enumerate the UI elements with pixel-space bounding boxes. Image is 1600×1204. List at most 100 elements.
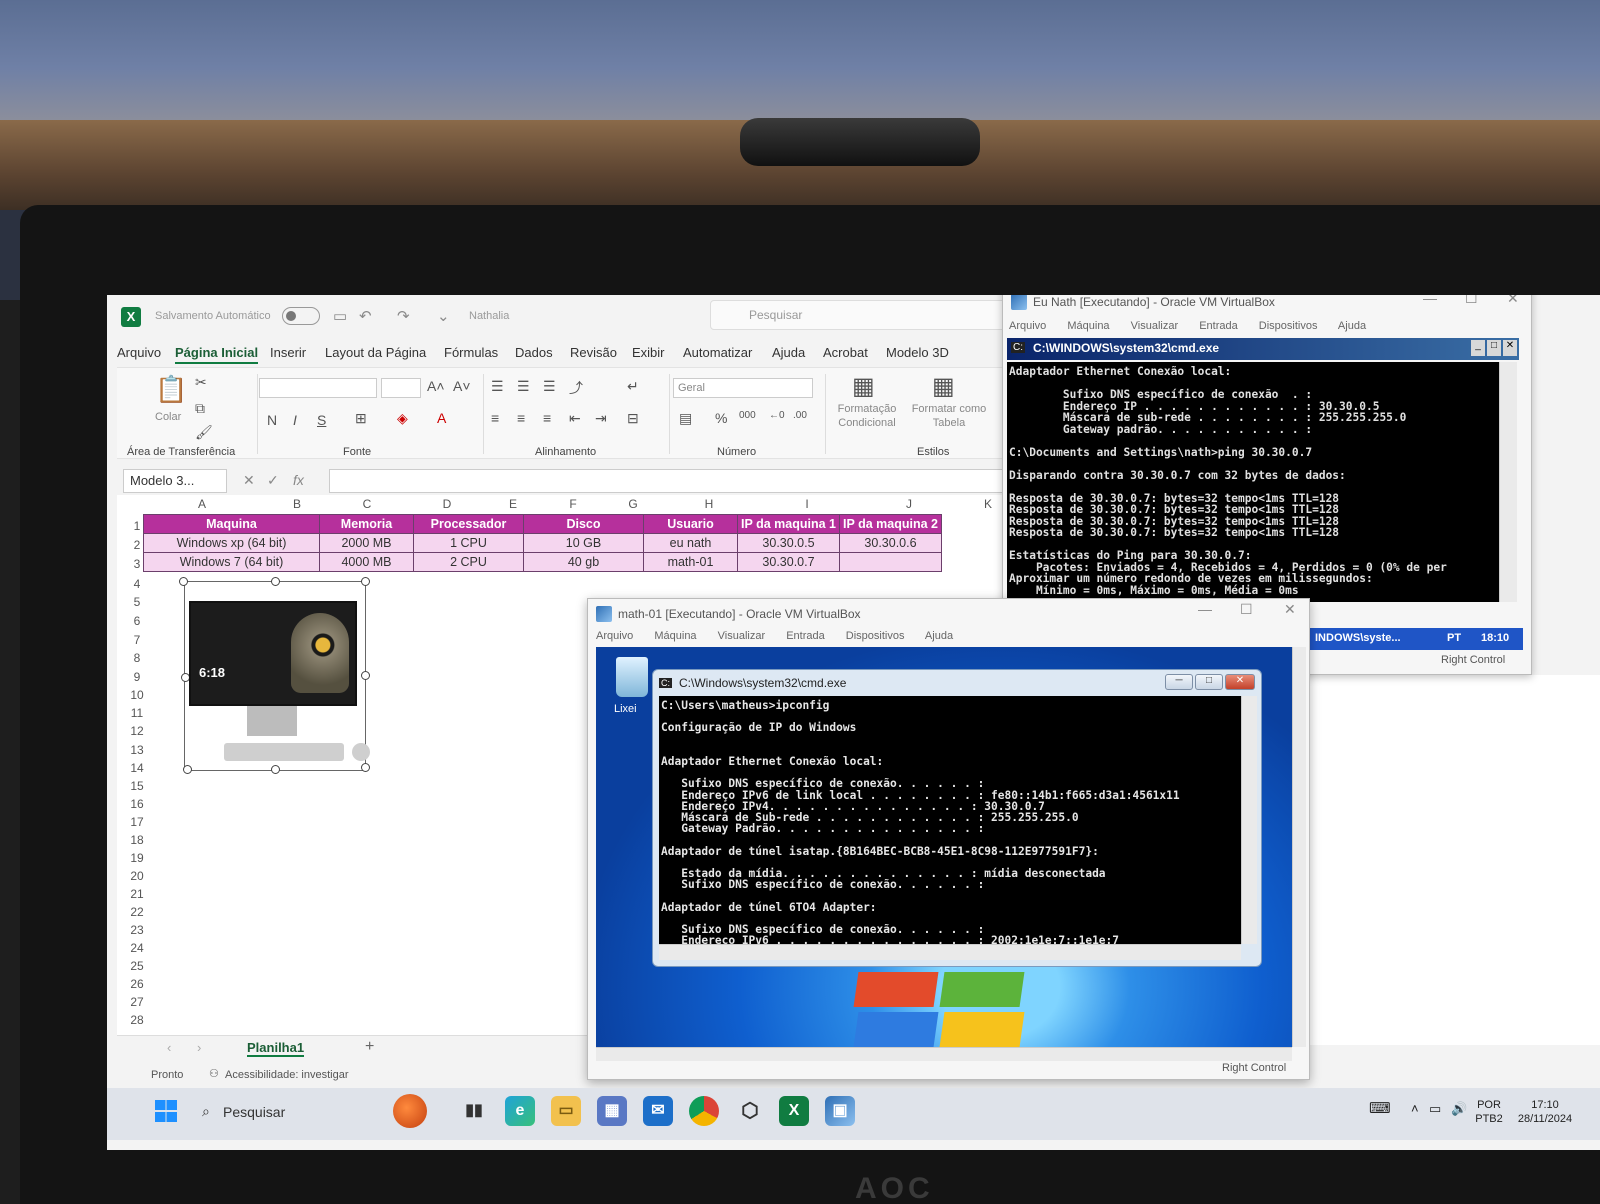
table-cell[interactable]: 30.30.0.6 — [839, 533, 942, 553]
font-family-select[interactable] — [259, 378, 377, 398]
col-header[interactable]: K — [973, 495, 1003, 513]
merge-center-icon[interactable]: ⊟ — [627, 410, 639, 427]
row-header[interactable]: 9 — [127, 670, 147, 684]
minimize-icon[interactable]: — — [1423, 295, 1437, 306]
minimize-icon[interactable]: ─ — [1165, 674, 1193, 690]
menu-item[interactable]: Entrada — [786, 630, 825, 642]
table-cell[interactable]: eu nath — [643, 533, 738, 553]
formula-input[interactable] — [329, 469, 1009, 493]
row-header[interactable]: 6 — [127, 614, 147, 628]
header-cell[interactable]: Disco — [523, 514, 644, 534]
name-box[interactable]: Modelo 3... — [123, 469, 227, 493]
header-cell[interactable]: Processador — [413, 514, 524, 534]
sheet-tab-planilha1[interactable]: Planilha1 — [247, 1040, 305, 1057]
tab-exibir[interactable]: Exibir — [632, 345, 665, 360]
row-header[interactable]: 8 — [127, 651, 147, 665]
3d-viewer-icon[interactable]: ⬡ — [735, 1096, 765, 1126]
resize-handle[interactable] — [361, 671, 370, 680]
paste-label[interactable]: Colar — [155, 410, 181, 424]
tab-revisao[interactable]: Revisão — [570, 345, 617, 360]
decrease-indent-icon[interactable]: ⇤ — [569, 410, 581, 427]
status-accessibility[interactable]: Acessibilidade: investigar — [225, 1069, 349, 1081]
tab-automatizar[interactable]: Automatizar — [683, 345, 752, 360]
xp-lang[interactable]: PT — [1447, 632, 1461, 644]
tab-layout[interactable]: Layout da Página — [325, 345, 426, 360]
undo-icon[interactable]: ↶ — [359, 307, 372, 325]
row-header[interactable]: 4 — [127, 577, 147, 591]
tab-pagina-inicial[interactable]: Página Inicial — [175, 345, 259, 364]
menu-item[interactable]: Arquivo — [596, 630, 633, 642]
resize-handle[interactable] — [183, 765, 192, 774]
close-icon[interactable]: ✕ — [1225, 674, 1255, 690]
menu-item[interactable]: Máquina — [654, 630, 696, 642]
row-header[interactable]: 7 — [127, 633, 147, 647]
header-cell[interactable]: IP da maquina 2 — [839, 514, 942, 534]
next-sheet-icon[interactable]: › — [197, 1040, 201, 1055]
col-header[interactable]: F — [553, 495, 593, 513]
menu-item[interactable]: Visualizar — [718, 630, 766, 642]
row-header[interactable]: 27 — [127, 995, 147, 1009]
xp-close-icon[interactable]: ✕ — [1503, 340, 1517, 356]
resize-handle[interactable] — [271, 765, 280, 774]
menu-item[interactable]: Ajuda — [1338, 320, 1366, 332]
xp-taskbar-item[interactable]: INDOWS\syste... — [1315, 632, 1401, 644]
format-painter-icon[interactable]: 🖌 — [195, 424, 213, 441]
conditional-format-label[interactable]: Formatação Condicional — [829, 402, 905, 430]
resize-handle[interactable] — [179, 577, 188, 586]
percent-icon[interactable]: % — [715, 410, 727, 426]
row-header[interactable]: 19 — [127, 851, 147, 865]
col-header[interactable]: D — [427, 495, 467, 513]
table-cell[interactable]: Windows 7 (64 bit) — [143, 552, 320, 572]
maximize-icon[interactable]: ☐ — [1240, 601, 1253, 618]
search-highlight-icon[interactable] — [393, 1094, 427, 1128]
row-header[interactable]: 24 — [127, 941, 147, 955]
resize-handle[interactable] — [271, 577, 280, 586]
menu-item[interactable]: Dispositivos — [1259, 320, 1318, 332]
virtualbox-taskbar-icon[interactable]: ▣ — [825, 1096, 855, 1126]
increase-decimal-icon[interactable]: ←0 — [769, 410, 785, 421]
cmd-output[interactable]: Adaptador Ethernet Conexão local: Sufixo… — [1007, 362, 1499, 602]
table-cell[interactable]: 2000 MB — [319, 533, 414, 553]
task-view-icon[interactable]: ▮▮ — [459, 1096, 489, 1126]
row-header[interactable]: 15 — [127, 779, 147, 793]
windows-start-icon[interactable] — [155, 1100, 177, 1122]
customize-qat-icon[interactable]: ⌄ — [437, 307, 450, 325]
comma-style-icon[interactable]: 000 — [739, 410, 756, 421]
col-header[interactable]: B — [277, 495, 317, 513]
number-format-select[interactable]: Geral — [673, 378, 813, 398]
conditional-format-icon[interactable]: ▦ — [852, 372, 875, 401]
align-left-icon[interactable]: ≡ — [491, 410, 499, 426]
align-right-icon[interactable]: ≡ — [543, 410, 551, 426]
row-header[interactable]: 26 — [127, 977, 147, 991]
row-header[interactable]: 11 — [127, 706, 147, 720]
cmd-output[interactable]: C:\Users\matheus>ipconfig Configuração d… — [659, 696, 1241, 944]
tab-acrobat[interactable]: Acrobat — [823, 345, 868, 360]
bold-button[interactable]: N — [267, 412, 277, 428]
tab-ajuda[interactable]: Ajuda — [772, 345, 805, 360]
font-size-select[interactable] — [381, 378, 421, 398]
save-icon[interactable]: ▭ — [333, 307, 347, 325]
store-icon[interactable]: ▦ — [597, 1096, 627, 1126]
tab-arquivo[interactable]: Arquivo — [117, 345, 161, 360]
cmd-scrollbar-h[interactable] — [659, 944, 1241, 960]
table-cell[interactable]: 30.30.0.5 — [737, 533, 840, 553]
table-cell[interactable]: math-01 — [643, 552, 738, 572]
col-header[interactable]: G — [613, 495, 653, 513]
enter-icon[interactable]: ✓ — [267, 472, 279, 489]
row-header[interactable]: 21 — [127, 887, 147, 901]
paste-icon[interactable]: 📋 — [155, 374, 187, 405]
header-cell[interactable]: Maquina — [143, 514, 320, 534]
col-header[interactable]: C — [347, 495, 387, 513]
font-color-icon[interactable]: A — [437, 410, 446, 426]
cmd-scrollbar[interactable] — [1499, 362, 1517, 602]
header-cell[interactable]: IP da maquina 1 — [737, 514, 840, 534]
row-header[interactable]: 16 — [127, 797, 147, 811]
menu-item[interactable]: Ajuda — [925, 630, 953, 642]
row-header[interactable]: 25 — [127, 959, 147, 973]
vm-scrollbar-v[interactable] — [1292, 647, 1306, 1047]
decrease-decimal-icon[interactable]: .00 — [793, 410, 807, 421]
italic-button[interactable]: I — [293, 412, 297, 428]
cancel-icon[interactable]: ✕ — [243, 472, 255, 489]
function-icon[interactable]: fx — [293, 472, 304, 488]
wrap-text-icon[interactable]: ↵ — [627, 378, 639, 395]
